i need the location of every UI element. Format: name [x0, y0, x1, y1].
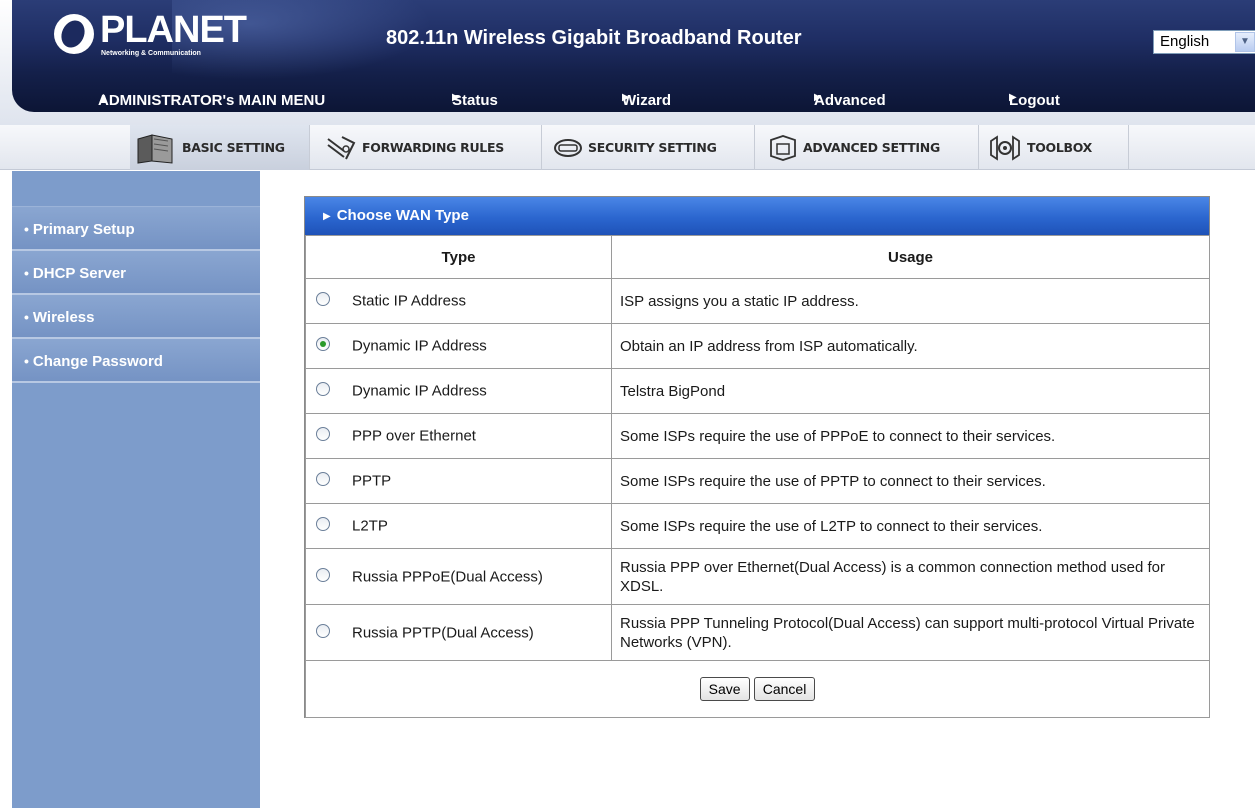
language-select[interactable]: English ▼	[1153, 30, 1255, 54]
cancel-button[interactable]: Cancel	[753, 677, 816, 701]
logo-mark	[54, 14, 94, 54]
language-value: English	[1160, 33, 1210, 50]
radio-pppoe[interactable]	[316, 427, 330, 442]
tab-forwarding-rules[interactable]: FORWARDING RULES	[310, 125, 542, 170]
toolbox-icon	[990, 134, 1020, 161]
table-row: Dynamic IP Address Obtain an IP address …	[305, 323, 1210, 369]
sidebar: • Primary Setup • DHCP Server • Wireless • C…	[12, 171, 260, 808]
planet-logo: PLANET Networking & Communication	[54, 6, 247, 76]
tab-label: SECURITY SETTING	[588, 140, 717, 155]
usage-cell: Some ISPs require the use of PPPoE to co…	[611, 413, 1210, 459]
radio-russia-pptp[interactable]	[316, 623, 330, 638]
usage-cell: Some ISPs require the use of L2TP to con…	[611, 503, 1210, 549]
type-cell: L2TP	[305, 503, 612, 549]
chevron-down-icon[interactable]: ▼	[1235, 32, 1255, 52]
bullet-icon: •	[24, 353, 29, 369]
table-row: Static IP Address ISP assigns you a stat…	[305, 278, 1210, 324]
top-banner: PLANET Networking & Communication 802.11…	[12, 0, 1255, 112]
radio-russia-pppoe[interactable]	[316, 567, 330, 582]
table-row: Dynamic IP Address Telstra BigPond	[305, 368, 1210, 414]
tab-basic-setting[interactable]: BASIC SETTING	[130, 125, 310, 170]
radio-pptp[interactable]	[316, 472, 330, 487]
usage-cell: Some ISPs require the use of PPTP to con…	[611, 458, 1210, 504]
type-cell: PPP over Ethernet	[305, 413, 612, 459]
type-cell: Dynamic IP Address	[305, 323, 612, 369]
save-button[interactable]: Save	[699, 677, 750, 701]
logo-brand: PLANET	[100, 9, 247, 51]
type-cell: Dynamic IP Address	[305, 368, 612, 414]
sidebar-item-primary-setup[interactable]: • Primary Setup	[12, 207, 260, 251]
sidebar-item-change-password[interactable]: • Change Password	[12, 339, 260, 383]
tab-toolbox[interactable]: TOOLBOX	[979, 125, 1129, 170]
type-cell: PPTP	[305, 458, 612, 504]
tab-advanced-setting[interactable]: ADVANCED SETTING	[755, 125, 979, 170]
type-cell: Russia PPTP(Dual Access)	[305, 604, 612, 661]
forward-arrows-icon	[327, 135, 356, 159]
wan-type-panel: ▶ Choose WAN Type Type Usage Static IP Ad…	[304, 196, 1210, 718]
tab-label: FORWARDING RULES	[362, 140, 504, 155]
main-menu: ♟ ADMINISTRATOR's MAIN MENU ▶ Status ▶ Wiza…	[98, 92, 1060, 109]
table-row: Russia PPPoE(Dual Access) Russia PPP ove…	[305, 548, 1210, 605]
radio-dynamic-ip[interactable]	[316, 337, 330, 352]
usage-cell: Russia PPP over Ethernet(Dual Access) is…	[611, 548, 1210, 605]
column-header-usage: Usage	[611, 235, 1210, 279]
table-header-row: Type Usage	[305, 235, 1210, 279]
table-row: PPP over Ethernet Some ISPs require the …	[305, 413, 1210, 459]
triangle-right-icon: ▶	[323, 211, 331, 222]
panel-title: Choose WAN Type	[336, 207, 469, 224]
tab-label: ADVANCED SETTING	[803, 140, 940, 155]
router-title: 802.11n Wireless Gigabit Broadband Route…	[386, 27, 802, 49]
sidebar-item-dhcp-server[interactable]: • DHCP Server	[12, 251, 260, 295]
table-row: PPTP Some ISPs require the use of PPTP t…	[305, 458, 1210, 504]
panel-title-bar: ▶ Choose WAN Type	[305, 197, 1209, 235]
bullet-icon: •	[24, 265, 29, 281]
table-row: L2TP Some ISPs require the use of L2TP t…	[305, 503, 1210, 549]
usage-cell: Obtain an IP address from ISP automatica…	[611, 323, 1210, 369]
table-row: Russia PPTP(Dual Access) Russia PPP Tunn…	[305, 604, 1210, 661]
tab-label: TOOLBOX	[1027, 140, 1092, 155]
button-row: Save Cancel	[305, 660, 1210, 718]
bullet-icon: •	[24, 309, 29, 325]
radio-dynamic-ip-bigpond[interactable]	[316, 382, 330, 397]
sidebar-header	[12, 171, 260, 207]
radio-l2tp[interactable]	[316, 517, 330, 532]
tab-bar: BASIC SETTING FORWARDING RULES SECURITY …	[0, 125, 1255, 170]
header: PLANET Networking & Communication 802.11…	[0, 0, 1255, 125]
wan-type-table: Type Usage Static IP Address ISP assigns…	[305, 235, 1210, 718]
advanced-setting-icon	[770, 134, 796, 161]
bullet-icon: •	[24, 221, 29, 237]
usage-cell: ISP assigns you a static IP address.	[611, 278, 1210, 324]
column-header-type: Type	[305, 235, 612, 279]
tab-security-setting[interactable]: SECURITY SETTING	[542, 125, 755, 170]
type-cell: Static IP Address	[305, 278, 612, 324]
tab-label: BASIC SETTING	[182, 140, 285, 155]
security-icon	[554, 138, 582, 157]
usage-cell: Telstra BigPond	[611, 368, 1210, 414]
logo-tagline: Networking & Communication	[101, 50, 201, 57]
folder-icon	[137, 133, 173, 164]
sidebar-item-wireless[interactable]: • Wireless	[12, 295, 260, 339]
usage-cell: Russia PPP Tunneling Protocol(Dual Acces…	[611, 604, 1210, 661]
button-cell: Save Cancel	[305, 660, 1210, 718]
type-cell: Russia PPPoE(Dual Access)	[305, 548, 612, 605]
radio-static-ip[interactable]	[316, 292, 330, 307]
